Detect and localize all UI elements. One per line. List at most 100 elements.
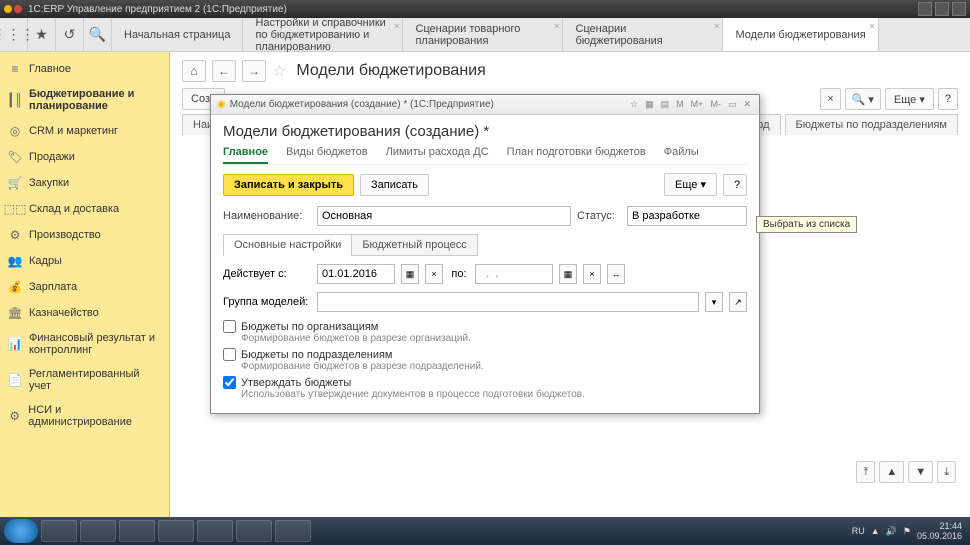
start-button[interactable] [4, 519, 38, 543]
home-button[interactable]: ⌂ [182, 60, 206, 82]
hint-by-org: Формирование бюджетов в разрезе организа… [241, 333, 747, 344]
gear-icon: ⚙ [8, 409, 21, 423]
sidebar-item-finance[interactable]: 📊Финансовый результат и контроллинг [0, 326, 169, 362]
sidebar-item-nsi[interactable]: ⚙НСИ и администрирование [0, 398, 169, 434]
forward-button[interactable]: → [242, 60, 266, 82]
toolbar-text[interactable]: M [674, 99, 686, 110]
close-icon[interactable]: × [869, 20, 874, 32]
tray-icon[interactable]: 🔊 [886, 526, 897, 537]
search-icon[interactable]: 🔍 [84, 18, 112, 51]
sidebar-item-salary[interactable]: 💰Зарплата [0, 274, 169, 300]
toolbar-icon[interactable]: ☆ [628, 99, 640, 110]
subtab-budget-process[interactable]: Бюджетный процесс [351, 234, 477, 256]
sidebar-item-production[interactable]: ⚙Производство [0, 222, 169, 248]
page-title: Модели бюджетирования [296, 62, 485, 80]
close-icon[interactable]: × [394, 20, 399, 32]
group-label: Группа моделей: [223, 296, 311, 308]
group-input[interactable] [317, 292, 699, 312]
dialog-close-icon[interactable]: ✕ [741, 99, 753, 110]
tray-icon[interactable]: ▲ [871, 526, 880, 536]
save-close-button[interactable]: Записать и закрыть [223, 174, 354, 196]
save-button[interactable]: Записать [360, 174, 429, 196]
taskbar-app[interactable] [119, 520, 155, 542]
tray-clock[interactable]: 21:44 05.09.2016 [917, 521, 966, 541]
tab-scenarios-goods[interactable]: Сценарии товарного планирования× [403, 18, 563, 51]
toolbar-text[interactable]: M+ [689, 99, 706, 110]
clear-icon[interactable]: × [425, 264, 443, 284]
chk-by-org[interactable] [223, 320, 236, 333]
back-button[interactable]: ← [212, 60, 236, 82]
window-max-icon[interactable] [935, 2, 949, 16]
window-min-icon[interactable] [918, 2, 932, 16]
tab-limits[interactable]: Лимиты расхода ДС [386, 146, 489, 164]
column-budgets[interactable]: Бюджеты по подразделениям [785, 114, 959, 135]
scroll-bottom-button[interactable]: ⤓ [937, 461, 956, 483]
more-button[interactable]: Еще ▾ [885, 88, 934, 110]
bars-icon: 📊 [8, 337, 22, 351]
dialog-min-icon[interactable]: ▭ [726, 99, 739, 110]
window-close-icon[interactable] [952, 2, 966, 16]
tab-plan[interactable]: План подготовки бюджетов [507, 146, 646, 164]
sidebar-item-sales[interactable]: 🏷Продажи [0, 144, 169, 170]
toolbar-icon[interactable]: ▦ [643, 99, 656, 110]
dropdown-icon[interactable]: ▾ [705, 292, 723, 312]
scroll-top-button[interactable]: ⤒ [856, 461, 875, 483]
scroll-up-button[interactable]: ▲ [879, 461, 904, 483]
date-from-label: Действует с: [223, 268, 311, 280]
tab-home[interactable]: Начальная страница [112, 18, 243, 51]
date-to-input[interactable] [475, 264, 553, 284]
swap-dates-icon[interactable]: ↔ [607, 264, 625, 284]
close-icon[interactable]: × [554, 20, 559, 32]
sidebar-item-main[interactable]: ≡Главное [0, 56, 169, 82]
factory-icon: ⚙ [8, 228, 22, 242]
sidebar-item-hr[interactable]: 👥Кадры [0, 248, 169, 274]
tray-icon[interactable]: ⚑ [903, 526, 911, 537]
help-button[interactable]: ? [938, 88, 958, 110]
taskbar-app[interactable] [275, 520, 311, 542]
apps-grid-icon[interactable]: ⋮⋮⋮ [0, 18, 28, 51]
menu-icon: ≡ [8, 62, 22, 76]
search-button[interactable]: × [820, 88, 840, 110]
tab-scenarios-budget[interactable]: Сценарии бюджетирования× [563, 18, 723, 51]
find-button[interactable]: 🔍 ▾ [845, 88, 881, 110]
calendar-icon[interactable]: ▦ [401, 264, 419, 284]
tray-lang[interactable]: RU [852, 526, 865, 536]
chk-by-dept[interactable] [223, 348, 236, 361]
sidebar-item-purchases[interactable]: 🛒Закупки [0, 170, 169, 196]
calendar-icon[interactable]: ▦ [559, 264, 577, 284]
taskbar-app[interactable] [236, 520, 272, 542]
taskbar-app[interactable] [41, 520, 77, 542]
chk-approve[interactable] [223, 376, 236, 389]
help-button[interactable]: ? [723, 174, 747, 196]
tab-budget-types[interactable]: Виды бюджетов [286, 146, 368, 164]
clear-icon[interactable]: × [583, 264, 601, 284]
subtab-main-settings[interactable]: Основные настройки [223, 234, 352, 256]
open-icon[interactable]: ↗ [729, 292, 747, 312]
status-dropdown[interactable] [627, 206, 747, 226]
sidebar-item-treasury[interactable]: 🏛Казначейство [0, 300, 169, 326]
taskbar-app[interactable] [158, 520, 194, 542]
taskbar-app[interactable] [197, 520, 233, 542]
sidebar-item-crm[interactable]: ◎CRM и маркетинг [0, 118, 169, 144]
taskbar-app[interactable] [80, 520, 116, 542]
close-icon[interactable]: × [714, 20, 719, 32]
favorites-icon[interactable]: ★ [28, 18, 56, 51]
toolbar-icon[interactable]: ▤ [659, 99, 672, 110]
hint-approve: Использовать утверждение документов в пр… [241, 389, 747, 400]
tab-files[interactable]: Файлы [664, 146, 699, 164]
sidebar-item-budgeting[interactable]: ┃║Бюджетирование и планирование [0, 82, 169, 118]
toolbar-text[interactable]: M- [708, 99, 723, 110]
tab-settings[interactable]: Настройки и справочники по бюджетировани… [243, 18, 403, 51]
name-input[interactable] [317, 206, 571, 226]
sidebar-item-accounting[interactable]: 📄Регламентированный учет [0, 362, 169, 398]
tab-main[interactable]: Главное [223, 146, 268, 164]
date-from-input[interactable] [317, 264, 395, 284]
history-icon[interactable]: ↺ [56, 18, 84, 51]
scroll-down-button[interactable]: ▼ [908, 461, 933, 483]
dialog-titlebar: ◉ Модели бюджетирования (создание) * (1С… [211, 95, 759, 115]
star-icon[interactable]: ☆ [272, 61, 286, 81]
more-button[interactable]: Еще ▾ [664, 173, 717, 196]
dialog-title: Модели бюджетирования (создание) * [223, 123, 747, 140]
tab-budget-models[interactable]: Модели бюджетирования× [723, 18, 878, 51]
sidebar-item-warehouse[interactable]: ⬚⬚Склад и доставка [0, 196, 169, 222]
